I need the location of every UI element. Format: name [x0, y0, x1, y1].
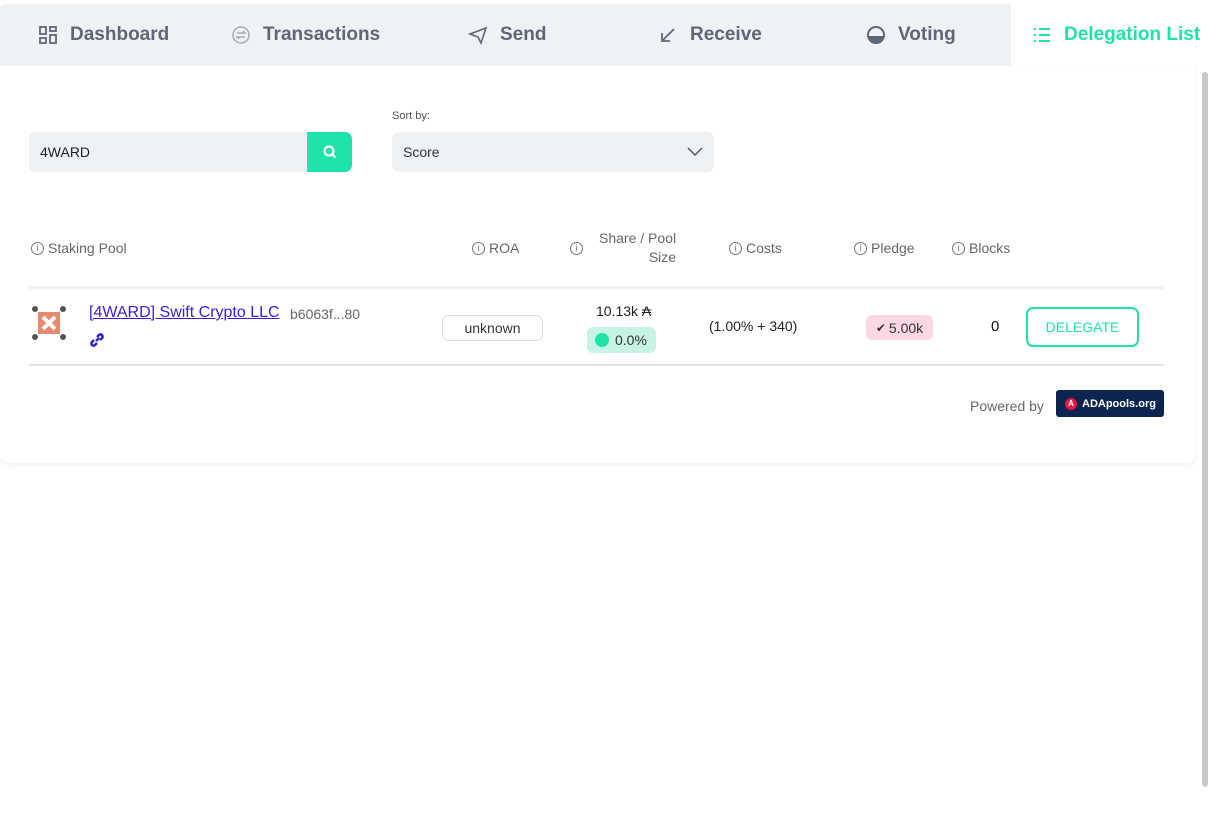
link-icon[interactable]	[89, 332, 105, 348]
column-pledge[interactable]: i Pledge	[854, 240, 915, 256]
check-icon: ✔	[875, 320, 886, 335]
pool-logo	[32, 306, 66, 340]
sort-select[interactable]: Score	[392, 132, 714, 172]
search-icon	[322, 145, 336, 159]
pool-id: b6063f...80	[290, 306, 361, 322]
column-blocks[interactable]: i Blocks	[952, 240, 1010, 256]
status-dot	[595, 333, 609, 347]
arrow-down-left-icon	[661, 28, 675, 42]
search-input[interactable]	[29, 132, 307, 172]
scrollbar[interactable]	[1202, 72, 1208, 787]
adapools-logo-link[interactable]: A ADApools.org	[1056, 390, 1164, 417]
share-badge: 0.0%	[587, 327, 656, 353]
info-icon: i	[570, 241, 583, 255]
roa-badge: unknown	[442, 315, 543, 341]
search-button[interactable]	[307, 132, 352, 172]
info-icon: i	[472, 241, 485, 255]
exchange-icon	[232, 26, 250, 44]
ada-icon: A	[1065, 397, 1077, 410]
tab-dashboard[interactable]: Dashboard	[38, 4, 169, 66]
info-icon: i	[729, 241, 742, 255]
column-roa[interactable]: i ROA	[472, 240, 519, 256]
tab-delegation-list[interactable]: Delegation List	[1011, 4, 1201, 66]
voting-icon	[867, 26, 885, 44]
paper-plane-icon	[468, 26, 488, 45]
chevron-down-icon	[687, 147, 703, 157]
pool-costs: (1.00% + 340)	[709, 318, 798, 334]
info-icon: i	[854, 241, 867, 255]
sort-label: Sort by:	[392, 110, 430, 122]
info-icon: i	[952, 241, 965, 255]
pool-size: 10.13k ₳	[596, 303, 652, 319]
column-costs[interactable]: i Costs	[729, 240, 782, 256]
column-staking-pool[interactable]: i Staking Pool	[31, 240, 127, 256]
delegate-button[interactable]: DELEGATE	[1026, 307, 1139, 347]
tab-receive[interactable]: Receive	[658, 4, 762, 66]
info-icon: i	[31, 241, 44, 255]
tab-send[interactable]: Send	[468, 4, 546, 66]
search-box	[29, 132, 352, 172]
pool-name-link[interactable]: [4WARD] Swift Crypto LLC	[89, 304, 280, 322]
column-share[interactable]: i Share / Pool Size	[570, 229, 676, 267]
table-row: [4WARD] Swift Crypto LLC b6063f...80 unk…	[29, 286, 1164, 366]
pledge-badge: ✔ 5.00k	[866, 315, 933, 340]
list-icon	[1034, 28, 1050, 42]
tab-bar: Dashboard Transactions Send Receive Voti…	[0, 4, 1201, 66]
pool-blocks: 0	[991, 318, 1000, 335]
tab-transactions[interactable]: Transactions	[231, 4, 380, 66]
grid-icon	[39, 26, 57, 44]
tab-voting[interactable]: Voting	[866, 4, 956, 66]
powered-by-label: Powered by	[970, 398, 1044, 414]
